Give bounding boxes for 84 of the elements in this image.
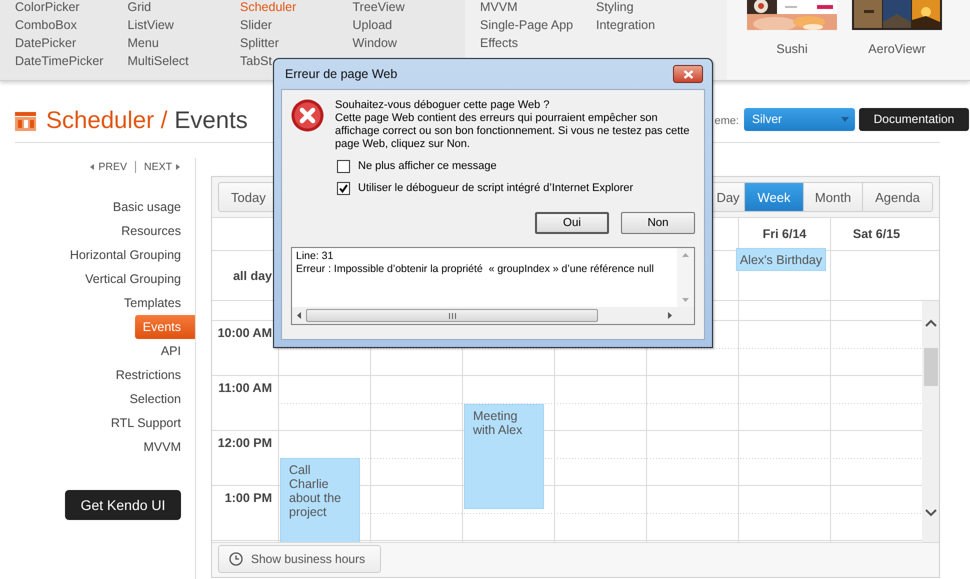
checkbox[interactable] [337,182,350,194]
sidebar-item[interactable]: Events [134,315,195,339]
time-label: 12:00 PM [218,436,272,450]
time-label: 11:00 AM [218,381,272,395]
next-link[interactable]: NEXT [144,161,180,173]
nav-link[interactable]: ColorPicker [15,0,80,16]
nav-link[interactable]: TabSt [240,52,272,70]
view-tab[interactable]: Day [712,183,744,211]
nav-link[interactable]: DatePicker [15,34,76,52]
view-tab[interactable]: Week [744,183,803,211]
sidebar-item[interactable]: Basic usage [104,195,195,219]
nav-link[interactable]: MVVM [480,0,518,16]
scrollbar-track[interactable] [922,301,939,542]
close-icon [682,70,694,78]
clock-icon [229,552,243,566]
day-header: Sat 6/15 [852,227,900,241]
all-day-event[interactable]: Alex's Birthday [736,248,826,271]
nav-link[interactable]: Window [352,34,397,52]
left-triangle-icon [90,164,94,170]
scroll-left-icon[interactable] [297,312,301,319]
nav-link[interactable]: DateTimePicker [15,52,104,70]
day-header: Fri 6/14 [762,227,806,241]
sidebar-item[interactable]: Selection [122,387,195,411]
view-tab[interactable]: Agenda [862,183,932,211]
documentation-button[interactable]: Documentation [859,108,969,130]
nav-link[interactable]: Splitter [240,34,279,52]
sidebar-item[interactable]: MVVM [136,435,195,459]
nav-link[interactable]: Single-Page App [480,16,574,34]
sidebar-item[interactable]: Resources [113,219,195,243]
dialog-title: Erreur de page Web [285,67,398,81]
showcase-link[interactable]: Sushi [776,42,808,56]
section-link[interactable]: Scheduler / [46,107,168,135]
scrollbar-thumb[interactable] [306,309,598,322]
nav-link[interactable]: Menu [128,34,159,52]
view-tab[interactable]: Month [803,183,862,211]
calendar-icon [15,112,36,130]
error-icon [291,99,324,132]
scrollbar-thumb[interactable] [924,348,938,386]
details-box[interactable]: Line: 31 Erreur : Impossible d’obtenir la propriété « groupIndex » d’une référence null [291,247,695,325]
nav-link[interactable]: Effects [480,34,518,52]
scroll-right-icon[interactable] [668,312,672,319]
chevron-down-icon[interactable] [925,509,937,517]
message-text: Cette page Web contient des erreurs qui pourraient empêcher son affichage correct ou son bon fonctionnement. Si vous ne testez pas cette page Web, cliquez sur Non. [335,112,690,151]
showcase-link[interactable]: AeroViewr [868,42,926,56]
event-card[interactable]: Call Charlie about the project [280,458,360,542]
prev-link[interactable]: PREV [90,161,127,173]
details-line: Line: 31 [296,250,334,263]
time-label: 1:00 PM [224,491,272,505]
sidebar-item[interactable]: Templates [116,291,195,315]
chevron-up-icon[interactable] [925,319,937,327]
sidebar-item[interactable]: Vertical Grouping [77,267,195,291]
nav-link[interactable]: Integration [596,16,656,34]
event-card[interactable]: Meeting with Alex [464,404,544,509]
grip-icon [448,312,456,318]
right-triangle-icon [176,164,180,170]
all-day-label: all day [233,268,272,282]
close-button[interactable] [673,65,703,83]
sidebar-item[interactable]: Restrictions [108,363,195,387]
checkbox-label[interactable]: Ne plus afficher ce message [358,160,497,172]
scrollbar-corner [677,307,694,324]
nav-link[interactable]: Styling [596,0,634,16]
nav-link[interactable]: Grid [128,0,152,16]
nav-link[interactable]: MultiSelect [128,52,189,70]
sidebar-item[interactable]: RTL Support [102,411,195,435]
theme-label: eme: [714,115,739,127]
checkbox-label[interactable]: Utiliser le débogueur de script intégré d’Internet Explorer [358,182,634,194]
page-title: Events [174,107,248,135]
nav-link[interactable]: TreeView [352,0,405,16]
checkbox[interactable] [337,160,350,172]
details-line: Erreur : Impossible d’obtenir la propriété « groupIndex » d’une référence null [296,263,654,276]
nav-link[interactable]: Upload [352,16,392,34]
dialog-button[interactable]: Non [621,212,695,234]
business-hours-button[interactable]: Show business hours [218,545,381,573]
nav-link[interactable]: ComboBox [15,16,77,34]
dialog-button[interactable]: Oui [535,212,609,234]
nav-link[interactable]: Slider [240,16,272,34]
question-text: Souhaitez-vous déboguer cette page Web ? [335,99,550,112]
caret-icon [841,116,849,122]
time-label: 10:00 AM [218,326,272,340]
theme-dropdown[interactable]: Silver [744,108,855,130]
get-kendo-button[interactable]: Get Kendo UI [65,490,181,520]
sidebar-item[interactable]: API [152,339,195,363]
nav-link[interactable]: ListView [128,16,174,34]
sidebar-item[interactable]: Horizontal Grouping [62,243,195,267]
